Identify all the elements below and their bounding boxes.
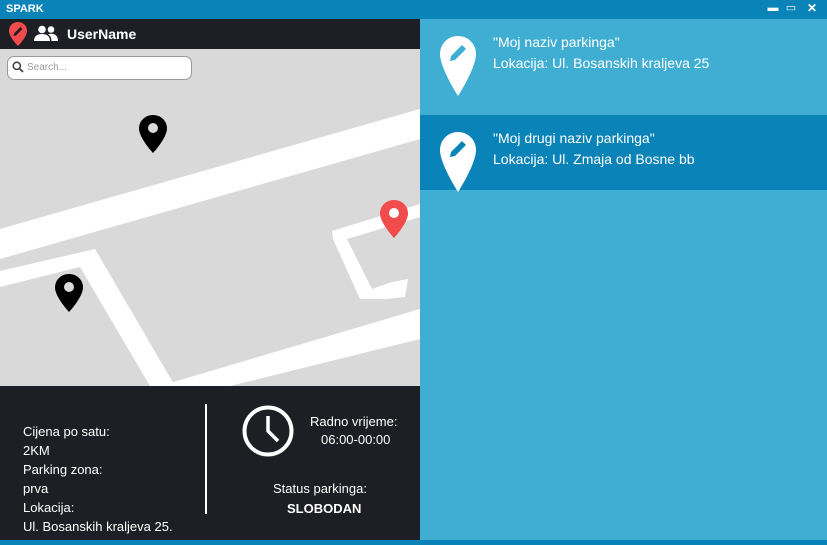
user-bar: UserName xyxy=(0,19,420,49)
parking-details: Cijena po satu: 2KM Parking zona: prva L… xyxy=(0,386,420,540)
price-label: Cijena po satu: xyxy=(23,424,110,439)
details-divider xyxy=(205,404,207,514)
clock-icon xyxy=(242,405,294,457)
status-value: SLOBODAN xyxy=(287,501,362,516)
parking-location: Lokacija: Ul. Bosanskih kraljeva 25 xyxy=(493,55,710,71)
search-icon[interactable] xyxy=(12,61,24,73)
left-pane: UserName Cijena po satu xyxy=(0,19,420,540)
close-button[interactable]: ✕ xyxy=(804,1,820,16)
logo-pin-icon xyxy=(9,22,27,46)
map-pin-icon-selected[interactable] xyxy=(380,200,408,238)
maximize-button[interactable]: ▭ xyxy=(783,1,799,16)
minimize-button[interactable]: ▬ xyxy=(765,1,781,16)
map-roads xyxy=(0,109,420,386)
bottom-bar xyxy=(0,540,827,545)
users-icon[interactable] xyxy=(34,25,58,42)
hours-value: 06:00-00:00 xyxy=(321,432,391,447)
map-pin-icon[interactable] xyxy=(139,115,167,153)
map-pin-icon[interactable] xyxy=(55,274,83,312)
zone-value: prva xyxy=(23,481,49,496)
status-label: Status parkinga: xyxy=(273,481,367,496)
list-item[interactable]: "Moj naziv parkinga" Lokacija: Ul. Bosan… xyxy=(420,19,827,96)
price-value: 2KM xyxy=(23,443,50,458)
map-view[interactable] xyxy=(0,49,420,386)
username-label[interactable]: UserName xyxy=(67,26,136,42)
hours-label: Radno vrijeme: xyxy=(310,414,398,429)
zone-label: Parking zona: xyxy=(23,462,103,477)
parking-name: "Moj drugi naziv parkinga" xyxy=(493,130,655,146)
edit-pin-icon[interactable] xyxy=(440,132,476,192)
parking-list: "Moj naziv parkinga" Lokacija: Ul. Bosan… xyxy=(420,19,827,540)
location-label: Lokacija: xyxy=(23,500,75,515)
location-value: Ul. Bosanskih kraljeva 25. xyxy=(23,519,173,534)
window-title: SPARK xyxy=(6,3,44,15)
title-bar: SPARK ▬ ▭ ✕ xyxy=(0,0,827,19)
search-input[interactable] xyxy=(27,60,187,75)
parking-name: "Moj naziv parkinga" xyxy=(493,34,620,50)
edit-pin-icon[interactable] xyxy=(440,36,476,96)
parking-location: Lokacija: Ul. Zmaja od Bosne bb xyxy=(493,151,695,167)
search-box xyxy=(7,56,192,80)
list-item[interactable]: "Moj drugi naziv parkinga" Lokacija: Ul.… xyxy=(420,115,827,192)
